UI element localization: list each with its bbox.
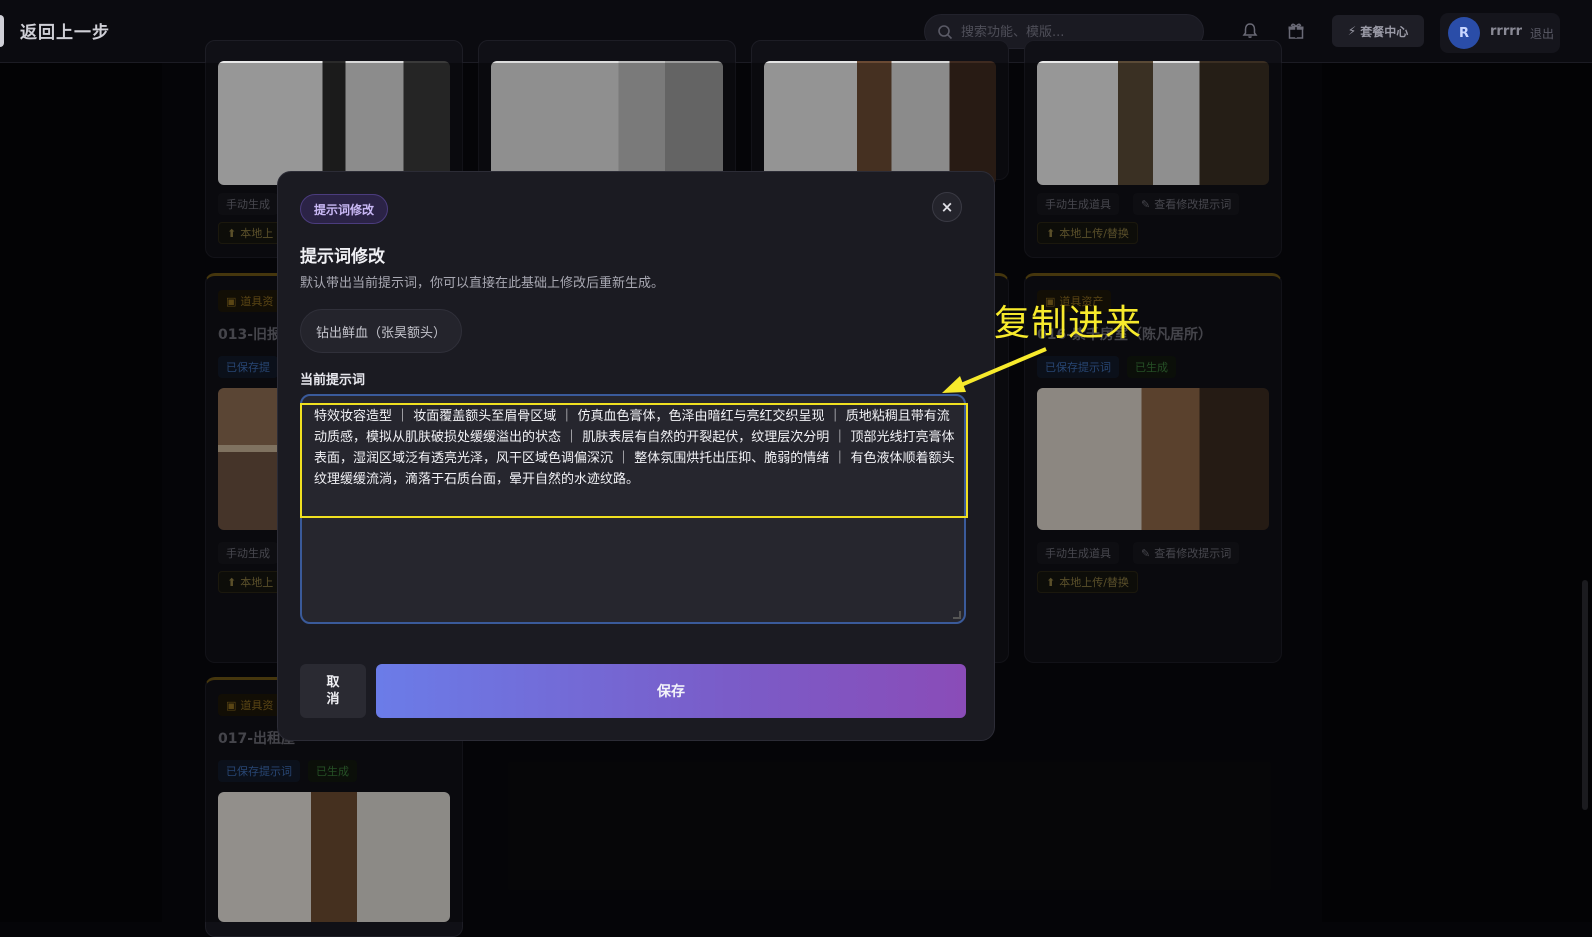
- dialog-title: 提示词修改: [300, 247, 385, 267]
- lightning-icon: ⚡: [1347, 24, 1357, 38]
- back-button[interactable]: 返回上一步: [20, 18, 110, 43]
- prompt-label: 当前提示词: [300, 373, 366, 388]
- username: rrrrr: [1490, 24, 1523, 39]
- plan-center-label: 套餐中心: [1360, 24, 1409, 39]
- avatar[interactable]: R: [1448, 17, 1480, 49]
- annotation-highlight-box: [300, 403, 968, 518]
- annotation-arrow-icon: [942, 347, 1047, 393]
- dialog-tag: 提示词修改: [300, 194, 389, 224]
- annotation-text: 复制进来: [994, 303, 1143, 344]
- resize-handle[interactable]: [953, 611, 961, 619]
- cancel-button[interactable]: 取 消: [300, 664, 366, 718]
- search-icon: [938, 25, 953, 40]
- dialog-description: 默认带出当前提示词，你可以直接在此基础上修改后重新生成。: [300, 276, 665, 291]
- back-indicator[interactable]: [0, 15, 4, 47]
- cancel-label: 取 消: [326, 675, 340, 707]
- save-button[interactable]: 保存: [376, 664, 966, 718]
- close-button[interactable]: ×: [932, 192, 962, 222]
- plan-center-button[interactable]: ⚡ 套餐中心: [1332, 15, 1424, 47]
- scene-chip: 钻出鲜血（张昊额头）: [300, 309, 463, 353]
- logout-button[interactable]: 退出: [1530, 25, 1554, 42]
- user-menu[interactable]: R rrrrr 退出: [1440, 13, 1560, 53]
- gift-icon[interactable]: [1286, 21, 1306, 41]
- bell-icon[interactable]: [1240, 21, 1260, 41]
